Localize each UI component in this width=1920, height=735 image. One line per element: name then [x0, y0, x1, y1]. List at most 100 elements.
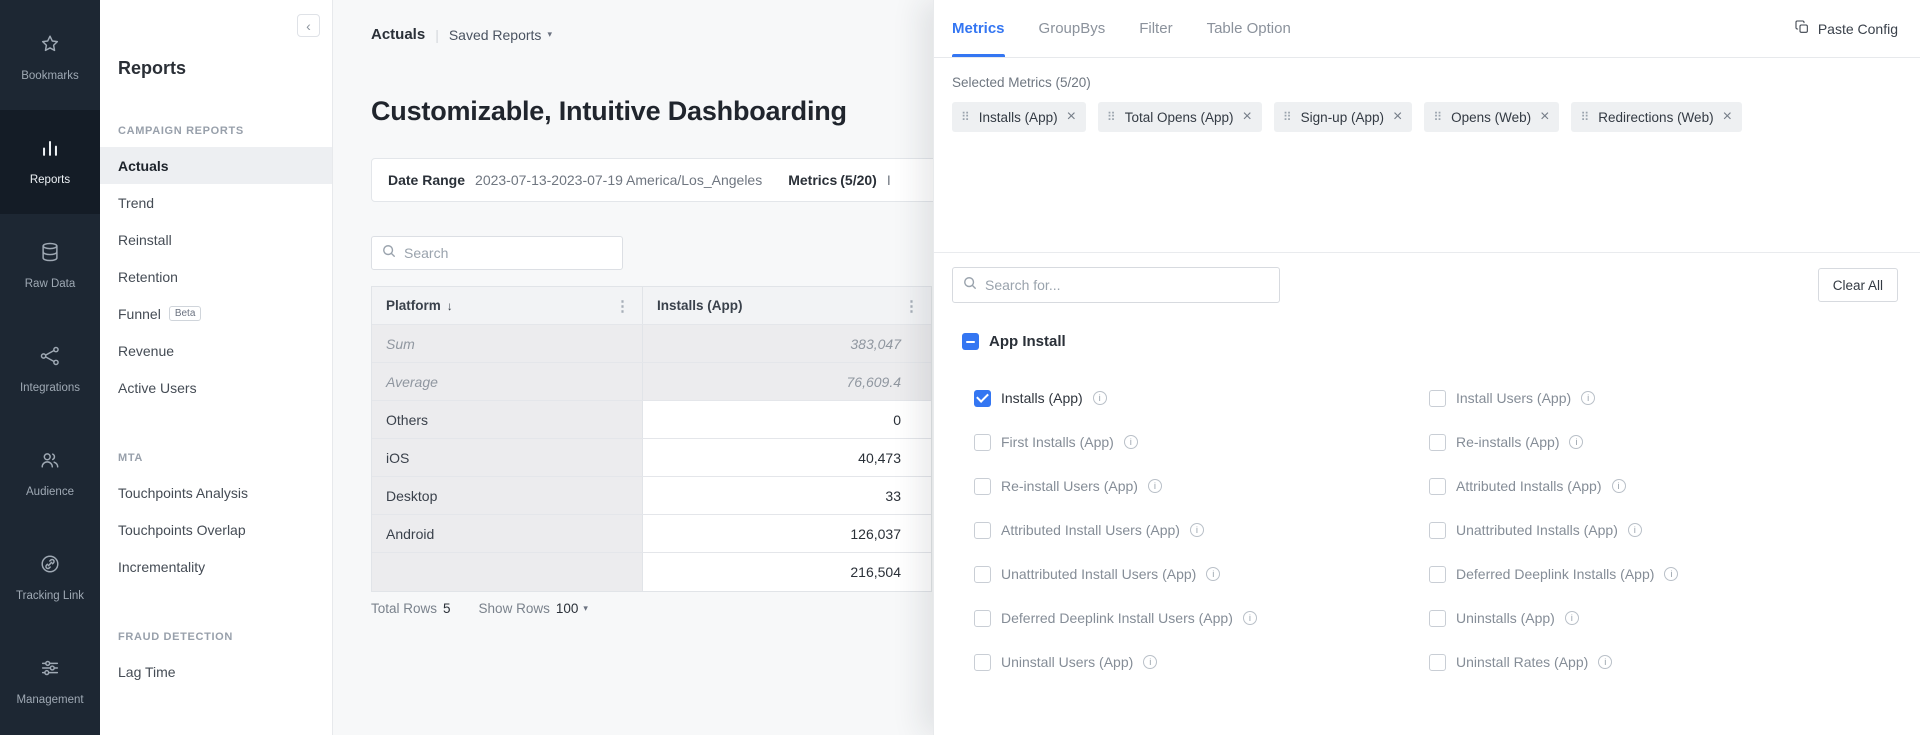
- metric-option: Re-install Users (App) i: [974, 464, 1429, 508]
- checkbox-unchecked[interactable]: [1429, 566, 1446, 583]
- info-icon[interactable]: i: [1093, 391, 1107, 405]
- drag-handle-icon[interactable]: ⠿: [1580, 110, 1589, 124]
- nav-item-bookmarks[interactable]: Bookmarks: [0, 6, 100, 110]
- sidebar-item-reinstall[interactable]: Reinstall: [100, 221, 332, 258]
- sidebar-item-incrementality[interactable]: Incrementality: [100, 548, 332, 585]
- drag-handle-icon[interactable]: ⠿: [1433, 110, 1442, 124]
- saved-reports-dropdown[interactable]: Saved Reports ▾: [449, 27, 552, 43]
- sort-desc-icon[interactable]: ↓: [447, 299, 453, 313]
- checkbox-unchecked[interactable]: [974, 566, 991, 583]
- sidebar-item-touchpoints-overlap[interactable]: Touchpoints Overlap: [100, 511, 332, 548]
- info-icon[interactable]: i: [1206, 567, 1220, 581]
- nav-item-tracking-link[interactable]: Tracking Link: [0, 526, 100, 630]
- remove-chip-icon[interactable]: ×: [1540, 109, 1549, 125]
- metric-chip[interactable]: ⠿ Total Opens (App) ×: [1098, 102, 1262, 132]
- checkbox-unchecked[interactable]: [1429, 654, 1446, 671]
- platform-header-cell[interactable]: Platform ↓ ⋮: [372, 287, 642, 324]
- sidebar-item-retention[interactable]: Retention: [100, 258, 332, 295]
- checkbox-unchecked[interactable]: [1429, 522, 1446, 539]
- nav-item-management[interactable]: Management: [0, 630, 100, 734]
- metric-label[interactable]: Install Users (App): [1456, 390, 1571, 406]
- value-cell: 40,473: [642, 439, 931, 476]
- group-checkbox-indeterminate[interactable]: [962, 333, 979, 350]
- metric-option: Re-installs (App) i: [1429, 420, 1884, 464]
- drag-handle-icon[interactable]: ⠿: [961, 110, 970, 124]
- info-icon[interactable]: i: [1143, 655, 1157, 669]
- metric-label[interactable]: Deferred Deeplink Install Users (App): [1001, 610, 1233, 626]
- metric-label[interactable]: Unattributed Installs (App): [1456, 522, 1618, 538]
- checkbox-checked[interactable]: [974, 390, 991, 407]
- nav-item-label: Reports: [15, 173, 85, 187]
- metric-chip[interactable]: ⠿ Sign-up (App) ×: [1274, 102, 1412, 132]
- info-icon[interactable]: i: [1565, 611, 1579, 625]
- table-search-input[interactable]: [404, 245, 612, 261]
- info-icon[interactable]: i: [1190, 523, 1204, 537]
- remove-chip-icon[interactable]: ×: [1243, 109, 1252, 125]
- metric-label[interactable]: Uninstall Users (App): [1001, 654, 1133, 670]
- info-icon[interactable]: i: [1612, 479, 1626, 493]
- remove-chip-icon[interactable]: ×: [1723, 109, 1732, 125]
- drag-handle-icon[interactable]: ⠿: [1107, 110, 1116, 124]
- info-icon[interactable]: i: [1569, 435, 1583, 449]
- metric-chip[interactable]: ⠿ Installs (App) ×: [952, 102, 1086, 132]
- info-icon[interactable]: i: [1243, 611, 1257, 625]
- metric-label[interactable]: Unattributed Install Users (App): [1001, 566, 1196, 582]
- metrics-search-input[interactable]: [985, 277, 1269, 293]
- sidebar-item-actuals[interactable]: Actuals: [100, 147, 332, 184]
- nav-item-integrations[interactable]: Integrations: [0, 318, 100, 422]
- metric-option: First Installs (App) i: [974, 420, 1429, 464]
- sidebar-item-touchpoints-analysis[interactable]: Touchpoints Analysis: [100, 474, 332, 511]
- info-icon[interactable]: i: [1124, 435, 1138, 449]
- metric-column-right: Install Users (App) i Re-installs (App) …: [1429, 376, 1884, 684]
- info-icon[interactable]: i: [1598, 655, 1612, 669]
- kebab-menu-icon[interactable]: ⋮: [615, 297, 630, 315]
- checkbox-unchecked[interactable]: [974, 434, 991, 451]
- metric-label[interactable]: Re-install Users (App): [1001, 478, 1138, 494]
- metric-chip[interactable]: ⠿ Opens (Web) ×: [1424, 102, 1559, 132]
- metric-label[interactable]: Installs (App): [1001, 390, 1083, 406]
- tab-filter[interactable]: Filter: [1139, 0, 1172, 57]
- checkbox-unchecked[interactable]: [974, 654, 991, 671]
- nav-item-reports[interactable]: Reports: [0, 110, 100, 214]
- checkbox-unchecked[interactable]: [1429, 610, 1446, 627]
- remove-chip-icon[interactable]: ×: [1393, 109, 1402, 125]
- drag-handle-icon[interactable]: ⠿: [1283, 110, 1292, 124]
- metric-label[interactable]: First Installs (App): [1001, 434, 1114, 450]
- checkbox-unchecked[interactable]: [1429, 390, 1446, 407]
- sidebar-item-trend[interactable]: Trend: [100, 184, 332, 221]
- nav-item-audience[interactable]: Audience: [0, 422, 100, 526]
- installs-header-cell[interactable]: Installs (App) ⋮: [642, 287, 931, 324]
- checkbox-unchecked[interactable]: [974, 478, 991, 495]
- sidebar-item-lag-time[interactable]: Lag Time: [100, 653, 332, 690]
- checkbox-unchecked[interactable]: [974, 522, 991, 539]
- sidebar-item-revenue[interactable]: Revenue: [100, 332, 332, 369]
- tab-metrics[interactable]: Metrics: [952, 0, 1005, 57]
- info-icon[interactable]: i: [1664, 567, 1678, 581]
- checkbox-unchecked[interactable]: [1429, 434, 1446, 451]
- sidebar-item-funnel[interactable]: Funnel Beta: [100, 295, 332, 332]
- info-icon[interactable]: i: [1628, 523, 1642, 537]
- paste-config-button[interactable]: Paste Config: [1794, 0, 1898, 57]
- metric-label[interactable]: Attributed Install Users (App): [1001, 522, 1180, 538]
- metric-label[interactable]: Re-installs (App): [1456, 434, 1559, 450]
- clear-all-button[interactable]: Clear All: [1818, 268, 1898, 302]
- checkbox-unchecked[interactable]: [1429, 478, 1446, 495]
- info-icon[interactable]: i: [1148, 479, 1162, 493]
- checkbox-unchecked[interactable]: [974, 610, 991, 627]
- info-icon[interactable]: i: [1581, 391, 1595, 405]
- metric-label[interactable]: Deferred Deeplink Installs (App): [1456, 566, 1654, 582]
- sidebar-item-active-users[interactable]: Active Users: [100, 369, 332, 406]
- metric-chip[interactable]: ⠿ Redirections (Web) ×: [1571, 102, 1741, 132]
- kebab-menu-icon[interactable]: ⋮: [904, 297, 919, 315]
- tab-groupbys[interactable]: GroupBys: [1039, 0, 1106, 57]
- tab-table-option[interactable]: Table Option: [1207, 0, 1291, 57]
- nav-item-raw-data[interactable]: Raw Data: [0, 214, 100, 318]
- nav-item-label: Bookmarks: [15, 69, 85, 83]
- metric-label[interactable]: Uninstalls (App): [1456, 610, 1555, 626]
- metric-label[interactable]: Attributed Installs (App): [1456, 478, 1602, 494]
- show-rows-select[interactable]: 100 ▾: [556, 601, 588, 616]
- remove-chip-icon[interactable]: ×: [1067, 109, 1076, 125]
- metric-label[interactable]: Uninstall Rates (App): [1456, 654, 1588, 670]
- sliders-icon: [39, 657, 61, 684]
- sidebar-collapse-button[interactable]: ‹: [297, 14, 320, 37]
